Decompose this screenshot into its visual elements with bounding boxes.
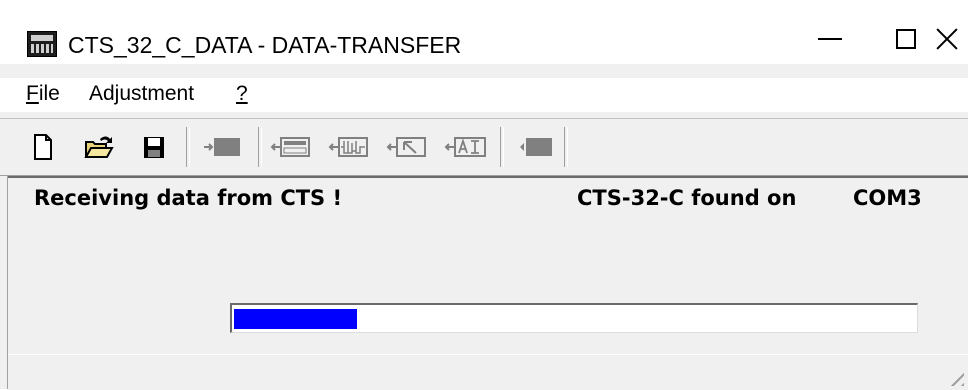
receive-waveform-button[interactable] xyxy=(324,129,374,165)
receive-analog-button[interactable] xyxy=(440,129,492,165)
close-icon xyxy=(936,28,958,50)
toolbar-separator xyxy=(258,127,262,167)
com-port-text: COM3 xyxy=(853,186,922,210)
app-window: CTS_32_C_DATA - DATA-TRANSFER File Adjus… xyxy=(0,0,968,390)
menu-adjustment[interactable]: Adjustment xyxy=(89,82,194,106)
open-button[interactable] xyxy=(80,129,116,165)
receive-analog-icon xyxy=(444,137,486,157)
receiving-status-text: Receiving data from CTS ! xyxy=(34,186,343,210)
device-info-button[interactable] xyxy=(510,129,558,165)
menu-bar: File Adjustment ? xyxy=(0,78,968,112)
save-button[interactable] xyxy=(136,129,172,165)
send-to-device-icon xyxy=(204,138,240,156)
toolbar xyxy=(0,118,968,176)
progress-fill xyxy=(234,309,357,329)
status-bar xyxy=(8,354,968,390)
open-folder-icon xyxy=(84,136,114,158)
receive-waveform-icon xyxy=(328,137,368,157)
menu-file-label: ile xyxy=(38,82,60,105)
receive-cursor-button[interactable] xyxy=(382,129,432,165)
send-to-device-button[interactable] xyxy=(198,129,246,165)
window-left-edge xyxy=(0,176,8,389)
title-bar[interactable]: CTS_32_C_DATA - DATA-TRANSFER xyxy=(0,0,968,64)
receive-data-icon xyxy=(270,137,310,157)
toolbar-separator xyxy=(186,127,190,167)
save-disk-icon xyxy=(144,137,164,158)
menu-help[interactable]: ? xyxy=(236,82,248,106)
receive-data-button[interactable] xyxy=(266,129,316,165)
close-button[interactable] xyxy=(926,0,968,64)
receive-cursor-icon xyxy=(386,137,426,157)
terminal-keyboard-icon[interactable] xyxy=(27,31,57,57)
resize-grip-icon[interactable] xyxy=(944,366,964,386)
window-title: CTS_32_C_DATA - DATA-TRANSFER xyxy=(68,32,462,58)
device-found-text: CTS-32-C found on xyxy=(577,186,797,210)
minimize-button[interactable] xyxy=(784,0,876,64)
menu-help-label: ? xyxy=(236,82,248,105)
menu-file[interactable]: File xyxy=(26,82,60,106)
menu-file-mnemonic: F xyxy=(26,82,39,105)
new-file-icon xyxy=(34,134,52,160)
transfer-progress-bar xyxy=(230,303,918,333)
minimize-icon xyxy=(818,38,842,40)
maximize-icon xyxy=(896,29,916,49)
toolbar-separator xyxy=(564,127,568,167)
toolbar-separator xyxy=(500,127,504,167)
new-file-button[interactable] xyxy=(24,129,60,165)
device-info-icon xyxy=(520,138,552,156)
